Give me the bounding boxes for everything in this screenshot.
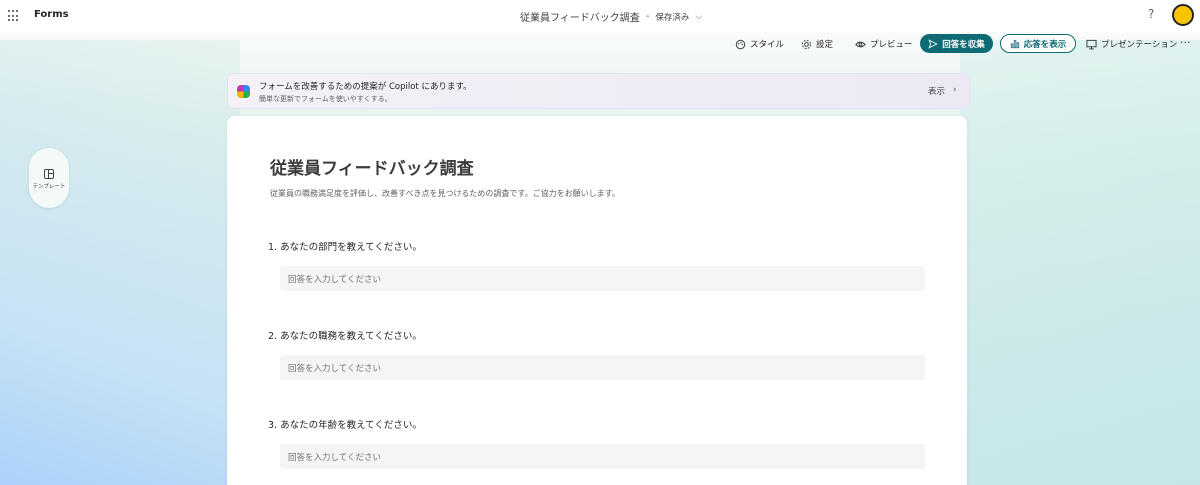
settings-label: 設定 [816, 40, 834, 50]
help-icon[interactable]: ? [1148, 7, 1154, 21]
collect-responses-label: 回答を収集 [942, 39, 985, 50]
copilot-show-button[interactable]: 表示 › [928, 85, 956, 97]
copilot-icon [237, 85, 250, 98]
style-label: スタイル [750, 40, 785, 50]
settings-button[interactable]: 設定 [801, 38, 833, 50]
question-2-answer-input[interactable]: 回答を入力してください [280, 355, 925, 380]
question-1-label: 1. あなたの部門を教えてください。 [268, 242, 422, 253]
palette-icon [735, 39, 746, 49]
copilot-show-label: 表示 [928, 87, 946, 97]
more-options-icon[interactable]: ··· [1180, 36, 1191, 49]
form-title[interactable]: 従業員フィードバック調査 [270, 154, 474, 179]
template-icon [44, 169, 54, 179]
chevron-down-icon: ⌵ [695, 11, 703, 22]
question-3-answer-input[interactable]: 回答を入力してください [280, 444, 925, 469]
title-separator: - [645, 11, 650, 22]
top-bar: Forms 従業員フィードバック調査 - 保存済み ⌵ ? [0, 0, 1200, 32]
view-responses-button[interactable]: 応答を表示 [1000, 34, 1076, 53]
avatar[interactable] [1172, 4, 1194, 26]
preview-label: プレビュー [870, 40, 913, 50]
presentation-button[interactable]: プレゼンテーション [1086, 38, 1177, 50]
copilot-sub-message: 簡単な更新でフォームを使いやすくする。 [259, 95, 392, 103]
form-card: 従業員フィードバック調査 従業員の職務満足度を評価し、改善すべき点を見つけるため… [227, 116, 967, 485]
gear-icon [801, 39, 812, 49]
question-1-answer-input[interactable]: 回答を入力してください [280, 266, 925, 291]
background-left [0, 40, 240, 485]
monitor-icon [1086, 39, 1097, 49]
template-label: テンプレート [32, 184, 66, 190]
app-name[interactable]: Forms [34, 9, 69, 20]
app-launcher-icon[interactable] [8, 10, 20, 22]
copilot-message: フォームを改善するための提案が Copilot にあります。 [259, 82, 472, 92]
send-icon [928, 38, 939, 49]
background-right [960, 40, 1200, 485]
chevron-right-icon: › [953, 85, 957, 95]
document-title: 従業員フィードバック調査 [520, 13, 640, 24]
eye-icon [855, 41, 866, 47]
view-responses-label: 応答を表示 [1023, 39, 1067, 50]
collect-responses-button[interactable]: 回答を収集 [920, 34, 993, 53]
style-button[interactable]: スタイル [735, 38, 784, 50]
copilot-suggestion-banner: フォームを改善するための提案が Copilot にあります。 簡単な更新でフォー… [227, 73, 970, 109]
document-title-menu[interactable]: 従業員フィードバック調査 - 保存済み ⌵ [520, 9, 702, 24]
save-status: 保存済み [655, 12, 690, 23]
presentation-label: プレゼンテーション [1101, 40, 1178, 50]
preview-button[interactable]: プレビュー [855, 38, 913, 50]
question-3-label: 3. あなたの年齢を教えてください。 [268, 420, 422, 431]
form-description[interactable]: 従業員の職務満足度を評価し、改善すべき点を見つけるための調査です。ご協力をお願い… [270, 188, 620, 199]
template-button[interactable]: テンプレート [29, 148, 69, 208]
bar-chart-icon [1010, 39, 1019, 48]
question-2-label: 2. あなたの職務を教えてください。 [268, 331, 422, 342]
